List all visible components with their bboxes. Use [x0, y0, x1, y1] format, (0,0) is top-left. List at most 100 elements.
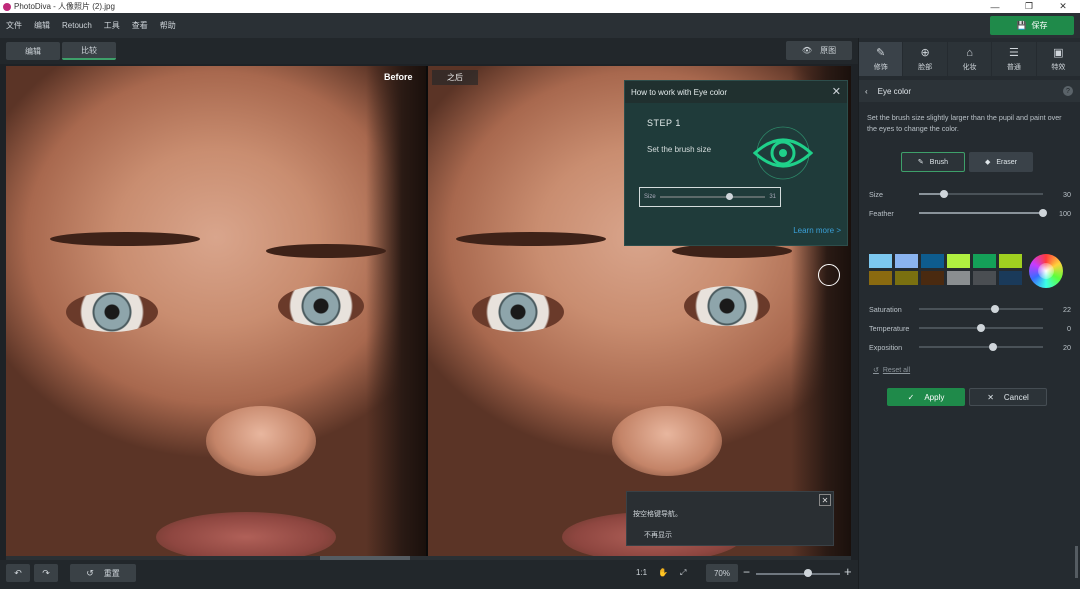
- reset-button[interactable]: ↺ 重置: [70, 564, 136, 582]
- temperature-slider[interactable]: Temperature 0: [869, 322, 1071, 334]
- floppy-disk-icon: 💾: [1016, 21, 1027, 30]
- tip-slider-value: 31: [769, 194, 776, 200]
- fit-screen-icon[interactable]: ⤢: [680, 568, 686, 578]
- menu-file[interactable]: 文件: [0, 20, 28, 31]
- maximize-icon[interactable]: ❐: [1012, 1, 1046, 12]
- menu-view[interactable]: 查看: [126, 20, 154, 31]
- eraser-tool-button[interactable]: ◆ Eraser: [969, 152, 1033, 172]
- saturation-value: 22: [1063, 304, 1071, 314]
- size-slider-knob[interactable]: [939, 190, 948, 198]
- exposition-slider[interactable]: Exposition 20: [869, 341, 1071, 353]
- size-slider[interactable]: Size 30: [869, 188, 1071, 200]
- tab-compare[interactable]: 比较: [62, 42, 116, 60]
- feather-value: 100: [1059, 208, 1071, 218]
- saturation-slider-knob[interactable]: [990, 305, 999, 313]
- size-label: Size: [869, 189, 883, 199]
- zoom-slider[interactable]: [756, 573, 840, 575]
- saturation-label: Saturation: [869, 304, 902, 314]
- color-swatch[interactable]: [973, 271, 996, 285]
- navigation-toast: ✕ 按空格键导航。 不再显示: [626, 491, 834, 546]
- zoom-slider-knob[interactable]: [804, 569, 813, 577]
- tab-retouch[interactable]: ✎ 修饰: [859, 42, 903, 76]
- menu-retouch[interactable]: Retouch: [56, 21, 98, 30]
- tip-close-icon[interactable]: ✕: [832, 85, 841, 98]
- save-button[interactable]: 💾 保存: [990, 16, 1074, 35]
- temperature-label: Temperature: [869, 323, 910, 333]
- tip-slider-knob: [726, 193, 734, 200]
- brush-label: Brush: [929, 158, 949, 166]
- size-value: 30: [1063, 189, 1071, 199]
- panel-scrollbar[interactable]: [1075, 546, 1078, 578]
- brush-cursor-icon: [818, 264, 840, 286]
- learn-more-link[interactable]: Learn more >: [793, 226, 841, 235]
- dont-show-again-checkbox[interactable]: 不再显示: [633, 530, 672, 540]
- original-view-button[interactable]: 👁 原图: [786, 41, 852, 60]
- menu-edit[interactable]: 编辑: [28, 20, 56, 31]
- help-icon[interactable]: ?: [1063, 86, 1073, 96]
- feather-label: Feather: [869, 208, 894, 218]
- brush-icon: ✎: [917, 159, 924, 166]
- tab-edit[interactable]: 编辑: [6, 42, 60, 60]
- brush-tool-button[interactable]: ✎ Brush: [901, 152, 965, 172]
- color-swatch[interactable]: [921, 254, 944, 268]
- tip-title: How to work with Eye color: [625, 81, 847, 103]
- color-swatch[interactable]: [999, 254, 1022, 268]
- apply-label: Apply: [924, 392, 945, 402]
- eye-illustration-icon: [753, 126, 813, 180]
- exposition-label: Exposition: [869, 342, 903, 352]
- color-wheel[interactable]: [1029, 254, 1063, 288]
- hand-tool-icon[interactable]: ✋: [658, 568, 668, 577]
- dont-show-again-label: 不再显示: [644, 532, 672, 539]
- save-button-label: 保存: [1031, 21, 1048, 30]
- menu-help[interactable]: 帮助: [154, 20, 182, 31]
- zoom-level-field[interactable]: 70%: [706, 564, 738, 582]
- zoom-1-1-button[interactable]: 1:1: [636, 568, 647, 577]
- checkbox-box[interactable]: [633, 531, 640, 539]
- color-swatch[interactable]: [895, 254, 918, 268]
- tab-effects-label: 特效: [1051, 64, 1066, 71]
- redo-button[interactable]: ↷: [34, 564, 58, 582]
- left-eye-before: [66, 292, 158, 332]
- color-swatch[interactable]: [895, 271, 918, 285]
- tab-makeup[interactable]: ⌂ 化妆: [947, 42, 992, 76]
- reset-all-link[interactable]: ↺ Reset all: [873, 366, 911, 375]
- undo-button[interactable]: ↶: [6, 564, 30, 582]
- exposition-slider-knob[interactable]: [989, 343, 998, 351]
- color-swatch[interactable]: [947, 271, 970, 285]
- toast-close-icon[interactable]: ✕: [819, 494, 831, 506]
- minimize-icon[interactable]: —: [978, 2, 1012, 12]
- reset-all-label: Reset all: [882, 366, 911, 374]
- feather-slider[interactable]: Feather 100: [869, 207, 1071, 219]
- color-swatch[interactable]: [869, 254, 892, 268]
- tab-makeup-label: 化妆: [962, 63, 977, 71]
- color-swatch[interactable]: [947, 254, 970, 268]
- tab-effects[interactable]: ▣ 特效: [1036, 42, 1080, 76]
- toast-text: 按空格键导航。: [633, 511, 682, 518]
- menu-tools[interactable]: 工具: [98, 20, 126, 31]
- face-retouch-icon: ✎: [876, 47, 886, 59]
- zoom-out-icon[interactable]: −: [743, 565, 750, 579]
- color-swatches: [869, 254, 1022, 285]
- cancel-button[interactable]: ✕ Cancel: [969, 388, 1047, 406]
- saturation-slider[interactable]: Saturation 22: [869, 303, 1071, 315]
- color-swatch[interactable]: [869, 271, 892, 285]
- feather-slider-knob[interactable]: [1039, 209, 1047, 217]
- eraser-label: Eraser: [996, 158, 1017, 166]
- color-swatch[interactable]: [999, 271, 1022, 285]
- close-icon[interactable]: ✕: [1046, 1, 1080, 12]
- color-swatch[interactable]: [921, 271, 944, 285]
- panel-description: Set the brush size slightly larger than …: [867, 113, 1062, 133]
- zoom-in-icon[interactable]: +: [844, 564, 852, 579]
- left-eye-after: [472, 292, 564, 332]
- tab-general[interactable]: ☰ 普通: [992, 42, 1036, 76]
- cancel-x-icon: ✕: [987, 392, 994, 402]
- tip-step: STEP 1: [647, 118, 681, 128]
- apply-button[interactable]: ✓ Apply: [887, 388, 965, 406]
- back-chevron-icon[interactable]: ‹: [865, 87, 868, 96]
- tab-face[interactable]: ⊕ 脸部: [903, 42, 947, 76]
- color-swatch[interactable]: [973, 254, 996, 268]
- cancel-label: Cancel: [1003, 392, 1029, 402]
- temperature-slider-knob[interactable]: [977, 324, 985, 332]
- panel-title: Eye color: [877, 86, 912, 96]
- bottom-bar: ↶ ↷ ↺ 重置 1:1 ✋ ⤢ 70% − +: [0, 560, 858, 589]
